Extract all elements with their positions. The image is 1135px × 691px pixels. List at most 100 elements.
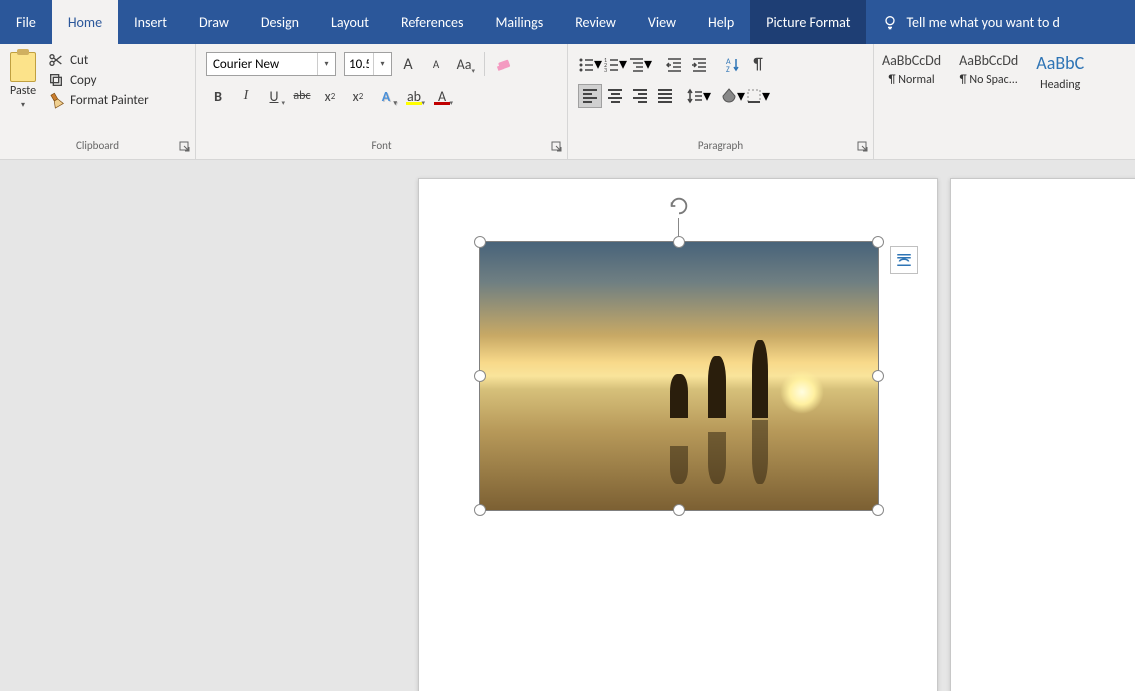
- font-size-input[interactable]: [345, 57, 373, 72]
- tab-home[interactable]: Home: [52, 0, 118, 44]
- line-spacing-button[interactable]: ▾: [687, 84, 711, 108]
- increase-indent-button[interactable]: [687, 52, 711, 76]
- silhouette: [708, 356, 726, 418]
- tab-view[interactable]: View: [632, 0, 692, 44]
- reflection: [752, 420, 768, 484]
- style-nospacing-label: ¶ No Spac...: [960, 73, 1018, 87]
- superscript-button[interactable]: x2: [346, 84, 370, 108]
- layout-options-icon: [895, 251, 913, 269]
- justify-button[interactable]: [653, 84, 677, 108]
- bullets-button[interactable]: ▾: [578, 52, 602, 76]
- divider: [484, 52, 485, 76]
- highlight-button[interactable]: ab▾: [402, 84, 426, 108]
- resize-handle-bottom-middle[interactable]: [673, 504, 685, 516]
- shrink-font-button[interactable]: A: [424, 52, 448, 76]
- sort-button[interactable]: AZ: [721, 52, 745, 76]
- resize-handle-middle-right[interactable]: [872, 370, 884, 382]
- copy-button[interactable]: Copy: [48, 72, 149, 88]
- resize-handle-top-middle[interactable]: [673, 236, 685, 248]
- rotate-icon: [668, 195, 690, 217]
- align-center-button[interactable]: [603, 84, 627, 108]
- cut-button[interactable]: Cut: [48, 52, 149, 68]
- resize-handle-top-left[interactable]: [474, 236, 486, 248]
- style-heading1[interactable]: AaBbC Heading: [1032, 50, 1088, 94]
- clipboard-group-label: Clipboard: [76, 139, 119, 152]
- style-normal[interactable]: AaBbCcDd ¶ Normal: [878, 50, 945, 89]
- tab-mailings[interactable]: Mailings: [479, 0, 559, 44]
- paintbrush-icon: [48, 92, 64, 108]
- paragraph-group-label: Paragraph: [698, 139, 743, 152]
- menu-tab-bar: File Home Insert Draw Design Layout Refe…: [0, 0, 1135, 44]
- clear-formatting-button[interactable]: [493, 52, 517, 76]
- tab-help[interactable]: Help: [692, 0, 750, 44]
- font-name-combo[interactable]: ▾: [206, 52, 336, 76]
- grow-font-button[interactable]: A: [396, 52, 420, 76]
- group-styles: AaBbCcDd ¶ Normal AaBbCcDd ¶ No Spac... …: [874, 44, 1135, 159]
- resize-handle-bottom-left[interactable]: [474, 504, 486, 516]
- tab-references[interactable]: References: [385, 0, 479, 44]
- style-preview: AaBbC: [1036, 52, 1084, 74]
- selected-picture[interactable]: [479, 241, 879, 511]
- style-preview: AaBbCcDd: [882, 52, 941, 69]
- tab-draw[interactable]: Draw: [183, 0, 245, 44]
- resize-handle-middle-left[interactable]: [474, 370, 486, 382]
- font-dialog-launcher[interactable]: [551, 141, 563, 153]
- show-hide-button[interactable]: ¶: [746, 52, 770, 76]
- document-area[interactable]: [0, 160, 1135, 691]
- clipboard-dialog-launcher[interactable]: [179, 141, 191, 153]
- tab-file[interactable]: File: [0, 0, 52, 44]
- group-clipboard: Paste ▾ Cut Copy: [0, 44, 196, 159]
- format-painter-label: Format Painter: [70, 93, 149, 108]
- style-normal-label: ¶ Normal: [889, 73, 935, 87]
- format-painter-button[interactable]: Format Painter: [48, 92, 149, 108]
- paragraph-dialog-launcher[interactable]: [857, 141, 869, 153]
- change-case-button[interactable]: Aa▾: [452, 52, 476, 76]
- resize-handle-top-right[interactable]: [872, 236, 884, 248]
- picture-content: [480, 242, 878, 510]
- resize-handle-bottom-right[interactable]: [872, 504, 884, 516]
- silhouette: [670, 374, 688, 418]
- tab-insert[interactable]: Insert: [118, 0, 183, 44]
- font-name-input[interactable]: [207, 57, 317, 72]
- tab-layout[interactable]: Layout: [315, 0, 385, 44]
- style-heading1-label: Heading: [1040, 78, 1080, 92]
- copy-icon: [48, 72, 64, 88]
- rotate-handle[interactable]: [667, 194, 691, 218]
- text-effects-button[interactable]: A▾: [374, 84, 398, 108]
- font-size-dropdown[interactable]: ▾: [373, 53, 391, 75]
- tab-design[interactable]: Design: [245, 0, 315, 44]
- lightbulb-icon: [882, 14, 898, 30]
- reflection: [708, 432, 726, 484]
- page-1[interactable]: [418, 178, 938, 691]
- scissors-icon: [48, 52, 64, 68]
- eraser-icon: [496, 55, 514, 73]
- decrease-indent-button[interactable]: [662, 52, 686, 76]
- group-font: ▾ ▾ A A Aa▾ B I U▾: [196, 44, 568, 159]
- tab-review[interactable]: Review: [559, 0, 632, 44]
- multilevel-list-button[interactable]: ▾: [628, 52, 652, 76]
- borders-button[interactable]: ▾: [746, 84, 770, 108]
- font-color-button[interactable]: A▾: [430, 84, 454, 108]
- align-left-button[interactable]: [578, 84, 602, 108]
- layout-options-button[interactable]: [890, 246, 918, 274]
- italic-button[interactable]: I: [234, 84, 258, 108]
- numbering-button[interactable]: 123▾: [603, 52, 627, 76]
- font-size-combo[interactable]: ▾: [344, 52, 392, 76]
- reflection: [670, 446, 688, 484]
- copy-label: Copy: [70, 73, 96, 88]
- tell-me-search[interactable]: Tell me what you want to d: [866, 0, 1059, 44]
- align-right-button[interactable]: [628, 84, 652, 108]
- subscript-button[interactable]: x2: [318, 84, 342, 108]
- paste-dropdown[interactable]: ▾: [21, 100, 25, 110]
- svg-text:Z: Z: [726, 65, 730, 72]
- strikethrough-button[interactable]: abc: [290, 84, 314, 108]
- shading-button[interactable]: ▾: [721, 84, 745, 108]
- font-name-dropdown[interactable]: ▾: [317, 53, 335, 75]
- page-2[interactable]: [950, 178, 1135, 691]
- underline-button[interactable]: U▾: [262, 84, 286, 108]
- paste-button[interactable]: Paste ▾: [6, 48, 40, 110]
- style-no-spacing[interactable]: AaBbCcDd ¶ No Spac...: [955, 50, 1022, 89]
- paste-label: Paste: [10, 84, 36, 98]
- bold-button[interactable]: B: [206, 84, 230, 108]
- tab-picture-format[interactable]: Picture Format: [750, 0, 866, 44]
